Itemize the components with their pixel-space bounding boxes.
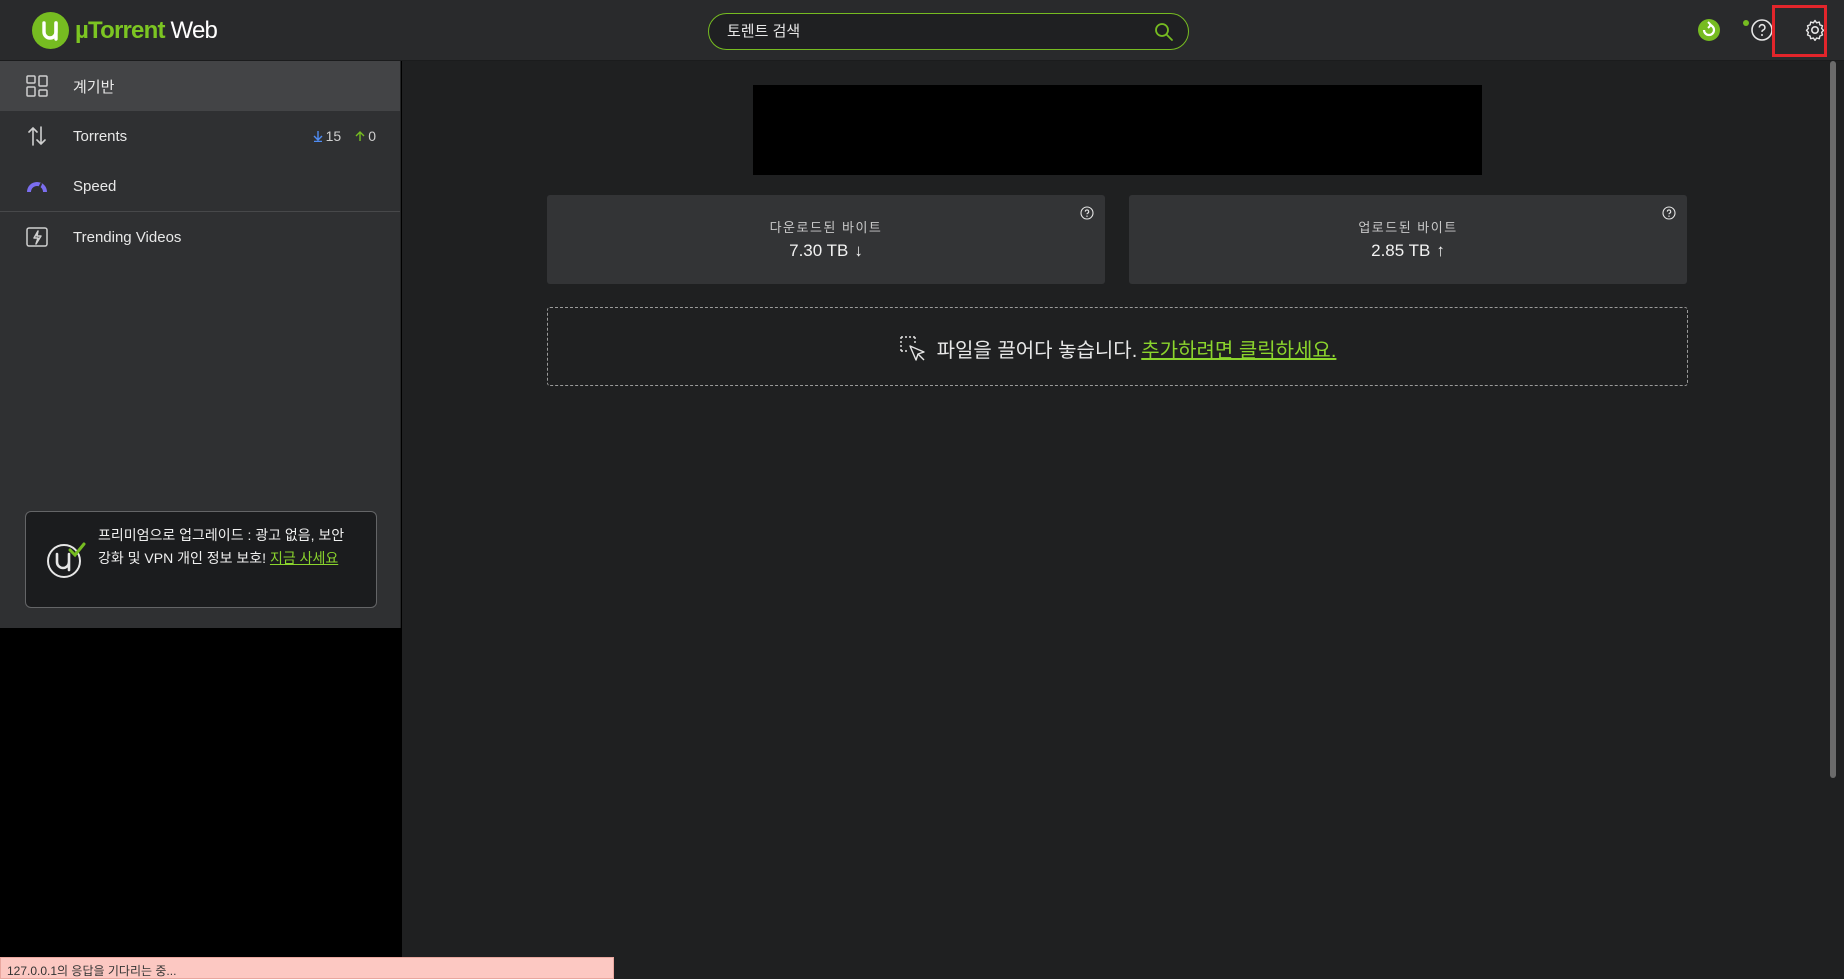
drag-drop-cursor-icon [899,335,927,363]
utorrent-pro-logo-icon [46,540,86,580]
speed-icon [25,174,49,198]
dropzone-content: 파일을 끌어다 놓습니다. 추가하려면 클릭하세요. [548,334,1687,363]
utorrent-logo-icon [32,12,69,49]
uploaded-label: 업로드된 바이트 [1358,220,1458,235]
download-arrow-icon [313,131,323,142]
uploaded-bytes-card: 업로드된 바이트 2.85 TB ↑ [1129,195,1687,284]
uploaded-value: 2.85 TB ↑ [1371,241,1445,260]
download-count-value: 15 [325,128,342,144]
search-icon[interactable] [1154,22,1174,42]
sidebar-item-speed[interactable]: Speed [0,161,400,211]
browser-status-bar: 127.0.0.1의 응답을 기다리는 중... [0,957,614,979]
main-content: 다운로드된 바이트 7.30 TB ↓ 업로드된 바이트 2.85 TB ↑ 파일을… [402,61,1844,979]
app-logo[interactable]: µTorrent Web [32,12,218,49]
download-count: 15 [313,128,342,144]
sidebar-item-trending-videos[interactable]: Trending Videos [0,212,400,262]
search-input[interactable] [727,14,1137,49]
vertical-scrollbar[interactable] [1830,61,1836,778]
premium-promo: 프리미엄으로 업그레이드 : 광고 없음, 보안 강화 및 VPN 개인 정보 … [25,511,377,608]
sidebar-item-label: Trending Videos [73,228,182,246]
trending-videos-icon [25,225,49,249]
downloaded-bytes-card: 다운로드된 바이트 7.30 TB ↓ [547,195,1105,284]
sidebar-item-label: 계기반 [73,78,115,96]
downloaded-value: 7.30 TB ↓ [789,241,863,260]
downloaded-help-icon[interactable] [1080,206,1094,220]
settings-highlight-box [1772,5,1827,57]
dashboard-icon [25,74,49,98]
sidebar-item-label: Torrents [73,127,128,145]
sidebar-item-dashboard[interactable]: 계기반 [0,61,400,111]
upload-arrow-icon [355,131,365,141]
uploaded-help-icon[interactable] [1662,206,1676,220]
file-dropzone[interactable]: 파일을 끌어다 놓습니다. 추가하려면 클릭하세요. [547,307,1688,386]
downloaded-label: 다운로드된 바이트 [769,220,883,235]
app-title: µTorrent Web [75,16,218,44]
download-arrow-icon: ↓ [854,241,863,260]
sidebar: 계기반 Torrents 15 0 Speed Trending Videos [0,61,401,628]
sidebar-item-torrents[interactable]: Torrents 15 0 [0,111,400,161]
ad-banner[interactable] [753,85,1482,175]
upload-count: 0 [355,128,376,144]
top-bar: µTorrent Web [0,0,1844,61]
dropzone-text: 파일을 끌어다 놓습니다. [936,340,1138,362]
torrent-counts: 15 0 [313,128,376,144]
buy-now-link[interactable]: 지금 사세요 [270,550,338,566]
upload-arrow-icon: ↑ [1436,241,1445,260]
remote-access-icon[interactable] [1694,15,1724,45]
click-to-add-link[interactable]: 추가하려면 클릭하세요. [1141,334,1336,363]
sidebar-item-label: Speed [73,177,117,195]
upload-count-value: 0 [368,128,376,144]
promo-text: 프리미엄으로 업그레이드 : 광고 없음, 보안 강화 및 VPN 개인 정보 … [98,524,360,570]
search-box [708,13,1189,50]
torrents-icon [25,124,49,148]
